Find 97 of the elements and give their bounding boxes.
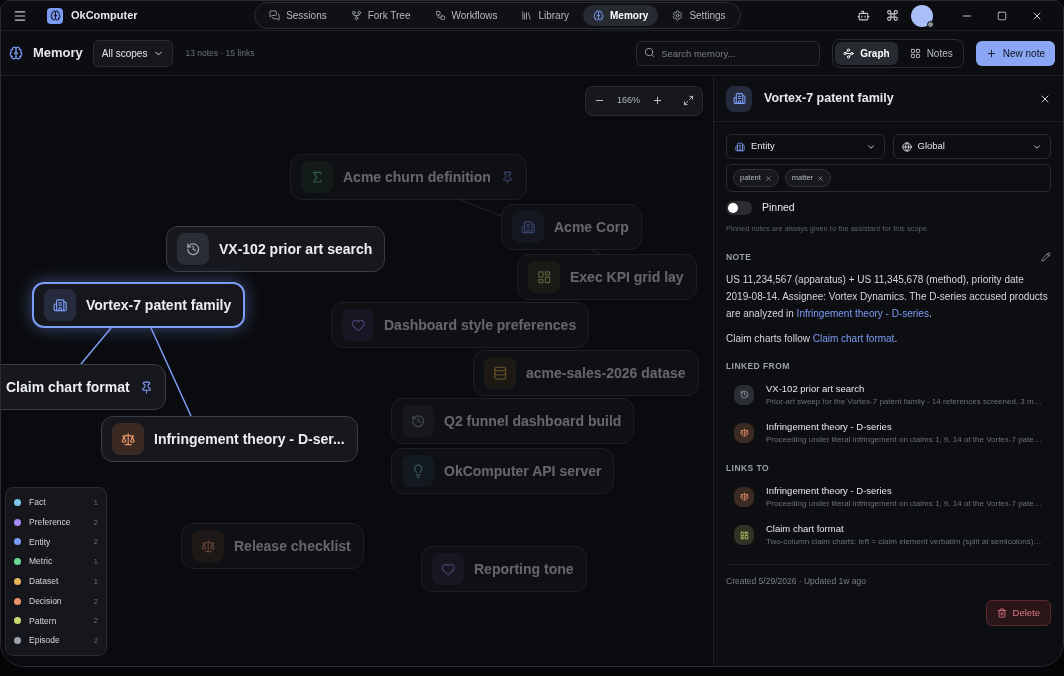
note-kind-icon (734, 384, 754, 405)
linked-note-snippet: Prior-art sweep for the Vortex-7 patent family - 14 references screened, 3 m… (766, 395, 1042, 408)
linked-note-snippet: Proceeding under literal infringement on claims 1, 9, 14 of the Vortex-7 pate… (766, 498, 1042, 510)
node-icon (301, 161, 333, 193)
scope-dropdown[interactable]: All scopes (92, 39, 174, 67)
node-icon (192, 530, 224, 562)
note-paragraph: US 11,234,567 (apparatus) + US 11,345,678 (method), priority date 2019-08-14. Assignee: Vortex Dynamics. The D-series accused products are analyzed in Infringement theory - D-series. (726, 272, 1049, 321)
node-icon (528, 261, 560, 293)
node-icon (484, 357, 516, 389)
node-icon (512, 211, 544, 243)
linked-note[interactable]: Infringement theory - D-series Proceeding under literal infringement on claims 1, 9, 14 of the Vortex-7 pate… (726, 415, 1051, 450)
graph-node[interactable]: Infringement theory - D-ser... (101, 416, 358, 462)
nav-tab[interactable]: Library (511, 5, 579, 26)
building-icon (735, 141, 745, 152)
legend-label: Entity (29, 535, 52, 549)
nav-icon (269, 10, 281, 21)
search-icon (644, 47, 656, 58)
search-field[interactable]: Search memory... (636, 41, 821, 66)
section-label: LINKS TO (726, 462, 770, 475)
graph-node[interactable]: VX-102 prior art search (166, 226, 386, 272)
node-icon (112, 423, 144, 455)
nav-tab[interactable]: Fork Tree (340, 5, 421, 26)
linked-note-title: VX-102 prior art search (766, 381, 866, 396)
memory-icon (9, 46, 23, 60)
note-kind-icon (734, 422, 754, 443)
edge (590, 249, 602, 255)
graph-icon (843, 47, 855, 59)
nav-tab[interactable]: Sessions (259, 5, 337, 26)
note-kind-icon (734, 525, 754, 546)
app-logo-icon (47, 7, 63, 24)
view-tab[interactable]: Notes (901, 41, 961, 65)
linked-note-snippet: Two-column claim charts: left = claim element verbatim (split at semicolons)… (766, 536, 1042, 549)
nav-icon (593, 10, 604, 21)
linked-note-title: Infringement theory - D-series (766, 419, 893, 434)
nav-icon (521, 10, 533, 21)
legend-label: Metric (29, 555, 54, 568)
remove-icon[interactable] (817, 174, 825, 182)
maximize-icon[interactable] (997, 10, 1007, 21)
zoom-level: 166% (616, 94, 640, 107)
nav-tab[interactable]: Workflows (424, 5, 508, 26)
node-icon (402, 455, 434, 487)
graph-node[interactable]: Claim chart format (1, 364, 166, 410)
nav-tab[interactable]: Memory (583, 5, 659, 26)
pinned-label: Pinned (762, 200, 795, 215)
remove-icon[interactable] (764, 174, 772, 182)
note-meta: Created 5/29/2026 · Updated 1w ago (726, 575, 867, 588)
edit-icon[interactable] (1041, 252, 1051, 263)
note-paragraph: Claim charts follow Claim chart format. (726, 331, 899, 346)
legend-label: Preference (29, 515, 72, 529)
legend-label: Pattern (29, 614, 58, 628)
avatar[interactable] (911, 4, 933, 27)
linked-note-snippet: Proceeding under literal infringement on claims 1, 9, 14 of the Vortex-7 pate… (766, 434, 1042, 446)
note-kind-icon (734, 486, 754, 507)
linked-note[interactable]: Claim chart format Two-column claim charts: left = claim element verbatim (split at semicolons)… (726, 518, 1051, 553)
pinned-toggle[interactable] (726, 200, 752, 215)
globe-icon (901, 141, 912, 152)
grid-icon (909, 47, 921, 59)
plus-icon (985, 47, 997, 59)
node-icon (177, 233, 209, 265)
legend-label: Decision (29, 594, 63, 608)
node-icon (432, 553, 464, 585)
nav-icon (350, 10, 362, 21)
linked-note-title: Infringement theory - D-series (766, 483, 893, 498)
node-icon (342, 309, 374, 341)
legend-label: Fact (29, 496, 47, 509)
bot-icon[interactable] (857, 9, 870, 22)
edge (460, 199, 502, 217)
linked-note[interactable]: Infringement theory - D-series Proceeding under literal infringement on claims 1, 9, 14 of the Vortex-7 pate… (726, 479, 1051, 514)
app-title: OkComputer (71, 8, 138, 24)
command-icon[interactable] (886, 9, 899, 22)
view-tab[interactable]: Graph (835, 41, 898, 65)
detail-kind-icon (726, 85, 752, 112)
nav-icon (434, 10, 446, 21)
nav-icon (672, 10, 684, 21)
note-stats: 13 notes · 15 links (185, 46, 255, 60)
section-label: NOTE (726, 251, 752, 264)
delete-button[interactable]: Delete (985, 600, 1051, 627)
edge (80, 327, 112, 365)
legend-label: Episode (29, 634, 61, 647)
node-icon (402, 405, 434, 437)
fit-view-icon[interactable] (683, 95, 694, 107)
type-dropdown[interactable]: Entity (726, 134, 885, 159)
menu-icon[interactable] (13, 8, 27, 23)
note-link[interactable]: Infringement theory - D-series (796, 307, 929, 319)
node-icon (44, 289, 76, 321)
legend-label: Dataset (29, 575, 60, 588)
zoom-in-icon[interactable] (652, 95, 663, 107)
graph-node[interactable]: Vortex-7 patent family (32, 282, 246, 328)
section-label: LINKED FROM (726, 359, 791, 373)
scope-dropdown[interactable]: Global (892, 134, 1051, 159)
trash-icon (996, 608, 1007, 619)
linked-note-title: Claim chart format (766, 522, 845, 536)
detail-title: Vortex-7 patent family (764, 90, 894, 108)
nav-tab[interactable]: Settings (662, 5, 736, 26)
page-title: Memory (33, 44, 83, 63)
linked-note[interactable]: VX-102 prior art search Prior-art sweep for the Vortex-7 patent family - 14 references screened, 3 m… (726, 377, 1051, 412)
new-note-button[interactable]: New note (975, 40, 1055, 66)
